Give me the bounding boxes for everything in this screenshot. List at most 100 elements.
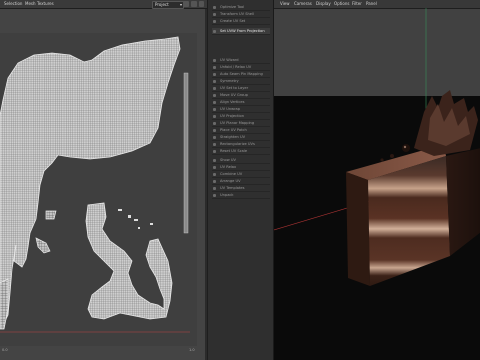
cake-back-face — [446, 148, 480, 256]
tool-item[interactable]: Unpack — [212, 192, 270, 199]
tool-item[interactable]: UV Set to Layer — [212, 85, 270, 92]
tool-label: Unfold / Relax UV — [220, 65, 252, 69]
tool-icon — [213, 173, 216, 176]
tool-item[interactable]: Move UV Group — [212, 92, 270, 99]
tool-icon — [213, 187, 216, 190]
uv-tools-panel: Optimize Tool Transform UV Shell Create UV… — [207, 0, 273, 360]
tool-label: Auto Seam Pin Mapping — [220, 72, 263, 76]
uv-range-max: 1.0 — [189, 348, 195, 352]
tool-label: Place UV Patch — [220, 128, 247, 132]
uv-shell-lower — [85, 202, 173, 320]
menu-selection[interactable]: Selection — [4, 1, 22, 6]
chocolate-crumb — [390, 154, 394, 158]
chevron-down-icon: ▾ — [179, 2, 182, 7]
tool-icon — [213, 136, 216, 139]
tool-item[interactable]: Create UV Set — [212, 18, 270, 25]
chocolate-ball-highlight — [403, 145, 407, 149]
chocolate-ball — [402, 144, 410, 152]
tool-label: UV Planar Mapping — [220, 121, 255, 125]
tool-item[interactable]: UV Planar Mapping — [212, 120, 270, 127]
tool-item[interactable]: UV Relax — [212, 164, 270, 171]
tool-icon — [213, 6, 216, 9]
tool-label: Transform UV Shell — [220, 12, 255, 16]
tool-label: Symmetry — [220, 79, 239, 83]
tool-item[interactable]: Arrange UV — [212, 178, 270, 185]
uv-fragment — [134, 219, 138, 221]
uv-vertical-scrollbar[interactable] — [183, 72, 189, 234]
tool-label: Arrange UV — [220, 179, 241, 183]
tool-item[interactable]: Symmetry — [212, 78, 270, 85]
tool-item[interactable]: Combine UV — [212, 171, 270, 178]
tool-item[interactable]: Optimize Tool — [212, 4, 270, 11]
tool-item[interactable]: Align Vertices — [212, 99, 270, 106]
uv-shell-strip — [0, 278, 9, 330]
tool-item[interactable]: Auto Seam Pin Mapping — [212, 71, 270, 78]
uv-fragment — [118, 209, 122, 211]
cake-model[interactable] — [346, 90, 480, 286]
tool-icon — [213, 115, 216, 118]
uv-fragment — [138, 227, 140, 229]
tool-icon — [213, 66, 216, 69]
tool-label: Create UV Set — [220, 19, 246, 23]
menu-mesh[interactable]: Mesh — [25, 1, 36, 6]
tool-label: UV Unwrap — [220, 107, 241, 111]
tool-icon — [213, 166, 216, 169]
tool-label: Combine UV — [220, 172, 243, 176]
uv-shell-small-2 — [35, 237, 51, 254]
tool-label: Move UV Group — [220, 93, 248, 97]
tool-label: Unpack — [220, 193, 234, 197]
uv-fragment — [150, 223, 153, 225]
uv-canvas[interactable] — [0, 33, 197, 346]
uv-footer: 0.0 1.0 — [0, 347, 205, 360]
projection-dropdown[interactable]: Project ▾ — [152, 1, 184, 9]
tool-icon — [213, 180, 216, 183]
menu-textures[interactable]: Textures — [37, 1, 54, 6]
tool-item[interactable]: Set UVW From Projection — [212, 28, 270, 35]
tool-label: Reset UV Scale — [220, 149, 248, 153]
tool-icon — [213, 101, 216, 104]
tool-item[interactable]: UV Unwrap — [212, 106, 270, 113]
tool-icon — [213, 108, 216, 111]
tool-icon — [213, 94, 216, 97]
tool-label: Optimize Tool — [220, 5, 245, 9]
uv-shell-main — [0, 36, 181, 324]
move-icon[interactable] — [191, 1, 197, 7]
tool-item[interactable]: Straighten UV — [212, 134, 270, 141]
tool-item[interactable]: Show UV — [212, 157, 270, 164]
tool-item[interactable]: Rectangularize UVs — [212, 141, 270, 148]
cake-tip-face — [346, 172, 370, 286]
tool-label: Straighten UV — [220, 135, 246, 139]
rotate-icon[interactable] — [199, 1, 204, 7]
select-icon[interactable] — [183, 1, 189, 7]
uv-range-min: 0.0 — [2, 348, 8, 352]
tool-label: UV Wizard — [220, 58, 239, 62]
tool-item[interactable]: Place UV Patch — [212, 127, 270, 134]
tool-item[interactable]: UV Templates — [212, 185, 270, 192]
tool-icon — [213, 143, 216, 146]
tool-icon — [213, 73, 216, 76]
tool-item[interactable]: UV Projection — [212, 113, 270, 120]
tool-icon — [213, 159, 216, 162]
tool-item[interactable]: UV Wizard — [212, 57, 270, 64]
uv-editor-panel: 0.0 1.0 — [0, 9, 205, 360]
tool-icon — [213, 80, 216, 83]
tool-item[interactable]: Transform UV Shell — [212, 11, 270, 18]
tool-icon — [213, 194, 216, 197]
viewport-panel: View Cameras Display Options Filter Pane… — [273, 0, 480, 360]
tool-item[interactable]: Unfold / Relax UV — [212, 64, 270, 71]
tool-icon — [213, 13, 216, 16]
viewport-scene[interactable] — [274, 0, 480, 360]
tool-label: Align Vertices — [220, 100, 245, 104]
chocolate-crumb — [380, 158, 384, 162]
tool-label: Show UV — [220, 158, 236, 162]
uv-shell-small-1 — [45, 210, 57, 220]
tool-label: UV Set to Layer — [220, 86, 249, 90]
tool-label: Rectangularize UVs — [220, 142, 255, 146]
tool-icon — [213, 129, 216, 132]
tool-icon — [213, 30, 216, 33]
projection-dropdown-value: Project — [155, 2, 169, 7]
tool-item[interactable]: Reset UV Scale — [212, 148, 270, 155]
uv-fragment — [128, 215, 131, 218]
tool-label: UV Relax — [220, 165, 237, 169]
tool-icon — [213, 122, 216, 125]
